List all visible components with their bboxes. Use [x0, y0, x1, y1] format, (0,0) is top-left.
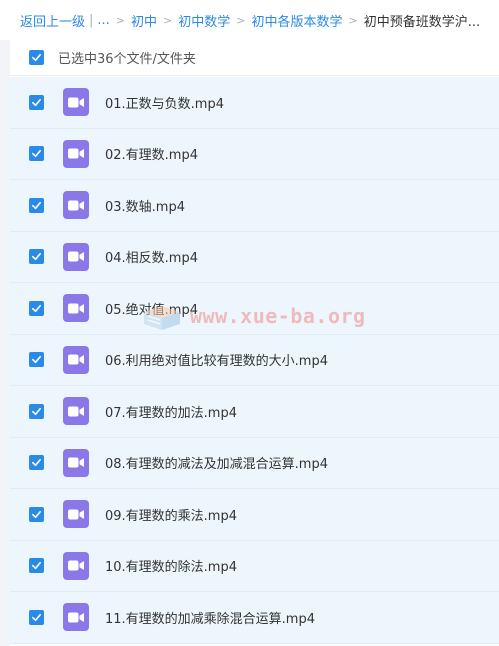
video-file-icon — [63, 500, 89, 529]
file-checkbox[interactable] — [29, 506, 44, 522]
video-file-icon — [63, 397, 89, 426]
breadcrumb-item-junior[interactable]: 初中 — [131, 11, 157, 30]
chevron-right-icon: > — [236, 13, 246, 27]
chevron-right-icon: > — [115, 13, 126, 27]
video-camera-icon — [68, 406, 84, 417]
file-checkbox[interactable] — [29, 609, 44, 625]
video-camera-icon — [68, 148, 84, 159]
check-icon — [32, 53, 41, 62]
breadcrumb-current: 初中预备班数学沪... — [363, 14, 481, 30]
check-icon — [32, 510, 41, 518]
file-row[interactable]: 01.正数与负数.mp4 — [10, 77, 499, 129]
file-row[interactable]: 11.有理数的加减乘除混合运算.mp4 — [10, 592, 499, 644]
file-checkbox[interactable] — [29, 146, 44, 162]
check-icon — [32, 562, 41, 570]
file-name: 11.有理数的加减乘除混合运算.mp4 — [105, 611, 315, 627]
video-file-icon — [63, 88, 89, 117]
file-row[interactable]: 04.相反数.mp4 — [10, 231, 499, 283]
file-name: 04.相反数.mp4 — [105, 251, 198, 267]
file-name: 06.利用绝对值比较有理数的大小.mp4 — [105, 354, 328, 370]
file-row[interactable]: 06.利用绝对值比较有理数的大小.mp4 — [10, 334, 499, 386]
video-file-icon — [63, 139, 89, 168]
file-list: 01.正数与负数.mp4 02.有理数.mp4 03.数轴.mp4 04.相反数… — [10, 77, 499, 644]
file-row[interactable]: 07.有理数的加法.mp4 — [10, 386, 499, 438]
file-checkbox[interactable] — [29, 197, 44, 213]
file-row[interactable]: 10.有理数的除法.mp4 — [10, 540, 499, 592]
file-checkbox[interactable] — [29, 352, 44, 368]
file-row[interactable]: 02.有理数.mp4 — [10, 128, 499, 180]
file-checkbox[interactable] — [29, 403, 44, 419]
file-row[interactable]: 08.有理数的减法及加减混合运算.mp4 — [10, 437, 499, 489]
file-name: 09.有理数的乘法.mp4 — [105, 508, 237, 524]
file-name: 03.数轴.mp4 — [105, 199, 185, 215]
breadcrumb-item-junior-math[interactable]: 初中数学 — [178, 11, 230, 30]
check-icon — [32, 201, 41, 209]
video-camera-icon — [68, 457, 84, 468]
check-icon — [32, 150, 41, 158]
file-checkbox[interactable] — [29, 300, 44, 316]
file-row[interactable]: 03.数轴.mp4 — [10, 180, 499, 232]
video-camera-icon — [68, 612, 84, 623]
video-camera-icon — [68, 303, 84, 314]
breadcrumb: 返回上一级 | ... > 初中 > 初中数学 > 初中各版本数学 > 初中预备… — [0, 0, 499, 40]
file-checkbox[interactable] — [29, 249, 44, 265]
chevron-right-icon: > — [348, 13, 358, 27]
breadcrumb-ellipsis[interactable]: ... — [97, 13, 109, 28]
select-all-checkbox[interactable] — [29, 50, 44, 65]
selection-bar: 已选中36个文件/文件夹 — [10, 40, 499, 76]
video-camera-icon — [68, 354, 84, 365]
selection-count-label: 已选中36个文件/文件夹 — [58, 52, 196, 67]
video-camera-icon — [68, 97, 84, 108]
file-row[interactable]: 05.绝对值.mp4 — [10, 283, 499, 335]
video-file-icon — [63, 603, 89, 632]
video-camera-icon — [68, 251, 84, 262]
check-icon — [32, 98, 41, 106]
back-link[interactable]: 返回上一级 — [20, 11, 85, 30]
chevron-right-icon: > — [163, 13, 173, 27]
check-icon — [32, 459, 41, 467]
video-file-icon — [63, 345, 89, 374]
video-camera-icon — [68, 560, 84, 571]
check-icon — [32, 304, 41, 312]
check-icon — [32, 356, 41, 364]
file-name: 05.绝对值.mp4 — [105, 302, 198, 318]
video-camera-icon — [68, 200, 84, 211]
file-name: 08.有理数的减法及加减混合运算.mp4 — [105, 457, 328, 473]
file-name: 10.有理数的除法.mp4 — [105, 560, 237, 576]
file-name: 01.正数与负数.mp4 — [105, 96, 224, 112]
video-file-icon — [63, 448, 89, 477]
check-icon — [32, 253, 41, 261]
file-checkbox[interactable] — [29, 455, 44, 471]
video-camera-icon — [68, 509, 84, 520]
file-name: 07.有理数的加法.mp4 — [105, 405, 237, 421]
check-icon — [32, 407, 41, 415]
breadcrumb-divider: | — [89, 12, 94, 28]
breadcrumb-item-editions[interactable]: 初中各版本数学 — [252, 11, 343, 30]
check-icon — [32, 613, 41, 621]
file-checkbox[interactable] — [29, 94, 44, 110]
video-file-icon — [63, 242, 89, 271]
video-file-icon — [63, 294, 89, 323]
video-file-icon — [63, 191, 89, 220]
file-name: 02.有理数.mp4 — [105, 148, 198, 164]
file-checkbox[interactable] — [29, 558, 44, 574]
file-row[interactable]: 09.有理数的乘法.mp4 — [10, 489, 499, 541]
video-file-icon — [63, 551, 89, 580]
